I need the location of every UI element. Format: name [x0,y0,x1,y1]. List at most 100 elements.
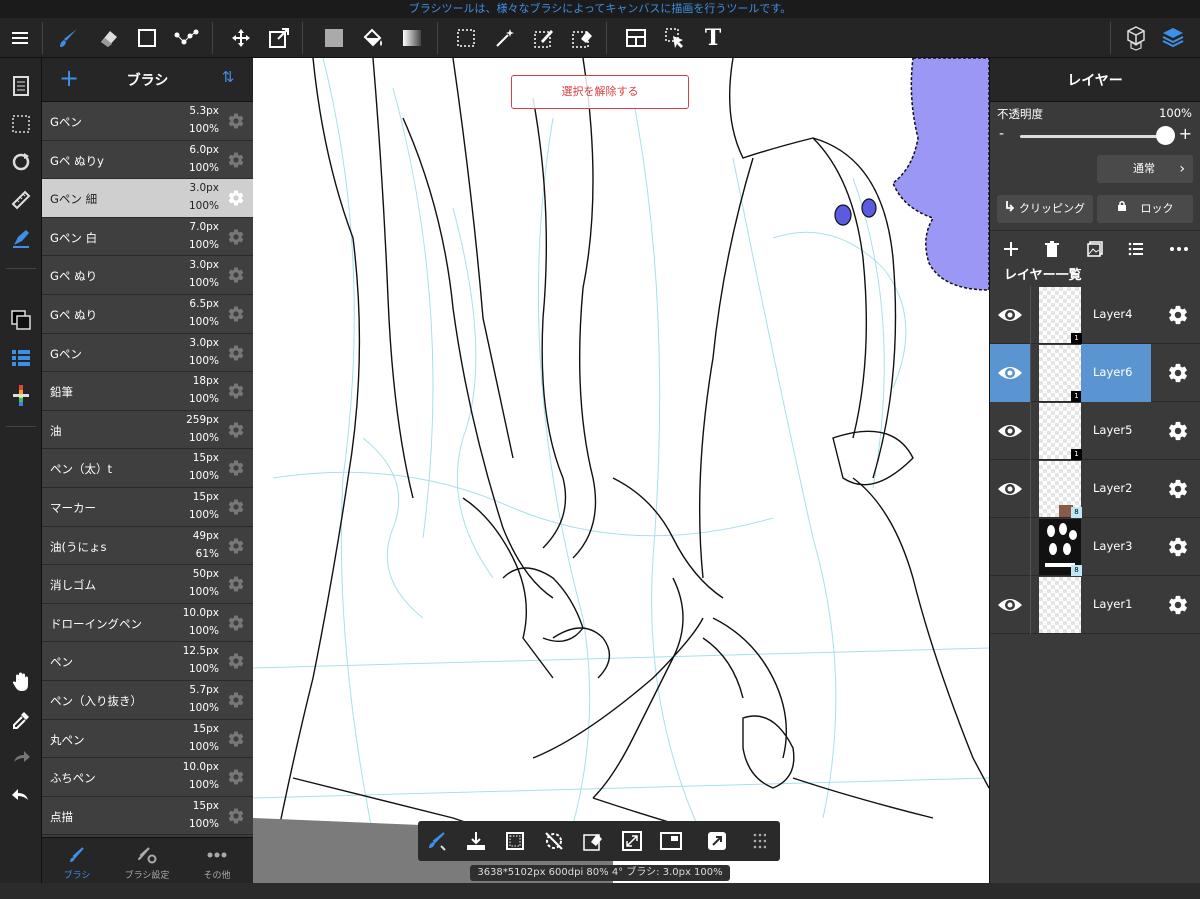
brush-item[interactable]: 点描 15px 100% [42,796,253,836]
brush-item[interactable]: マーカー 15px 100% [42,487,253,527]
clear-icon[interactable] [578,826,608,856]
delete-layer-icon[interactable] [1038,235,1066,263]
layer-row[interactable]: 8 Layer3 [990,518,1200,576]
share-icon[interactable] [702,826,732,856]
eye-icon[interactable] [997,595,1023,615]
tab-brush[interactable]: ブラシ [42,838,112,884]
gear-icon[interactable] [227,228,245,246]
blend-mode-select[interactable]: 通常 › [1097,155,1193,183]
rectangle-icon[interactable] [131,22,163,54]
save-icon[interactable] [461,826,491,856]
select-move-icon[interactable] [659,22,691,54]
select-eraser-icon[interactable] [566,22,598,54]
gear-icon[interactable] [1167,478,1189,500]
eyedropper-icon[interactable] [5,704,37,736]
rotate-icon[interactable] [5,146,37,178]
select-pen-icon[interactable] [528,22,560,54]
brush-item[interactable]: ペン（入り抜き） 5.7px 100% [42,680,253,720]
undo-icon[interactable] [5,780,37,812]
gear-icon[interactable] [227,768,245,786]
clipping-button[interactable]: クリッピング [997,195,1093,223]
bucket-icon[interactable] [357,22,389,54]
gradient-icon[interactable] [396,22,428,54]
gear-icon[interactable] [227,807,245,825]
gear-icon[interactable] [227,189,245,207]
pen-pressure-icon[interactable] [5,222,37,254]
brush-item[interactable]: 丸ペン 15px 100% [42,719,253,759]
gear-icon[interactable] [227,575,245,593]
page-icon[interactable] [5,70,37,102]
text-icon[interactable]: T [697,22,729,54]
visibility-toggle[interactable] [990,460,1030,518]
tab-brush-settings[interactable]: ブラシ設定 [112,838,182,884]
brush-item[interactable]: Gペン 5.3px 100% [42,102,253,141]
brush-item[interactable]: Gペ ぬり 6.5px 100% [42,294,253,334]
brush-item[interactable]: ペン 12.5px 100% [42,642,253,681]
layer-row[interactable]: 1 Layer6 [990,344,1200,402]
layer-row[interactable]: 1 Layer4 [990,286,1200,344]
selection-icon[interactable] [5,108,37,140]
tab-other[interactable]: その他 [182,838,252,884]
color-palette-icon[interactable] [5,380,37,412]
gear-icon[interactable] [227,151,245,169]
redo-icon[interactable] [5,742,37,774]
color-list-icon[interactable] [5,342,37,374]
brush-item[interactable]: Gペン 白 7.0px 100% [42,217,253,257]
preview-icon[interactable] [656,826,686,856]
eye-icon[interactable] [997,305,1023,325]
gear-icon[interactable] [227,652,245,670]
gear-icon[interactable] [1167,594,1189,616]
gear-icon[interactable] [227,691,245,709]
transform-icon[interactable] [263,22,295,54]
visibility-toggle[interactable] [990,344,1030,402]
magic-wand-icon[interactable] [489,22,521,54]
gear-icon[interactable] [1167,420,1189,442]
color-swatch-icon[interactable] [5,304,37,336]
fill-color-icon[interactable] [318,22,350,54]
gear-icon[interactable] [227,266,245,284]
add-layer-icon[interactable] [997,235,1025,263]
layers-icon[interactable] [1157,22,1189,54]
menu-icon[interactable] [4,22,36,54]
layer-row[interactable]: Layer1 [990,576,1200,634]
visibility-toggle[interactable] [990,576,1030,634]
fit-screen-icon[interactable] [617,826,647,856]
layer-row[interactable]: 1 Layer5 [990,402,1200,460]
gear-icon[interactable] [227,614,245,632]
brush-item[interactable]: 鉛筆 18px 100% [42,372,253,411]
ruler-icon[interactable] [5,184,37,216]
gear-icon[interactable] [227,112,245,130]
brush-item[interactable]: 消しゴム 50px 100% [42,565,253,604]
deselect-button[interactable]: 選択を解除する [511,75,689,109]
3d-icon[interactable] [1120,22,1152,54]
eye-icon[interactable] [997,421,1023,441]
brush-item[interactable]: ふちペン 10.0px 100% [42,758,253,797]
gear-icon[interactable] [227,305,245,323]
brush-item[interactable]: Gペン 細 3.0px 100% [42,179,253,218]
grip-icon[interactable] [744,826,774,856]
more-options-icon[interactable] [1165,235,1193,263]
lock-button[interactable]: ロック [1097,195,1193,223]
brush-item[interactable]: Gペ ぬり 3.0px 100% [42,256,253,295]
brush-item[interactable]: Gペン 3.0px 100% [42,333,253,373]
dot-line-icon[interactable] [170,22,202,54]
layer-image-icon[interactable] [1081,235,1109,263]
brush-item[interactable]: Gペ ぬりy 6.0px 100% [42,140,253,180]
gear-icon[interactable] [227,537,245,555]
visibility-toggle[interactable] [990,402,1030,460]
eraser-icon[interactable] [93,22,125,54]
move-icon[interactable] [225,22,257,54]
opacity-slider-knob[interactable] [1155,126,1175,145]
layer-row[interactable]: 8 Layer2 [990,460,1200,518]
drawing-canvas[interactable]: 選択を解除する 3638*5102px 600dpi 80% 4° ブラシ: 3… [253,58,989,883]
layer-list-icon[interactable] [1122,235,1150,263]
eye-icon[interactable] [997,479,1023,499]
brush-item[interactable]: 油 259px 100% [42,410,253,450]
visibility-toggle[interactable] [990,286,1030,344]
gear-icon[interactable] [227,459,245,477]
rotate-reset-icon[interactable] [539,826,569,856]
opacity-increase-button[interactable]: + [1179,124,1192,143]
eye-icon[interactable] [997,363,1023,383]
sort-brush-button[interactable]: ⇅ [217,68,239,90]
gear-icon[interactable] [227,498,245,516]
